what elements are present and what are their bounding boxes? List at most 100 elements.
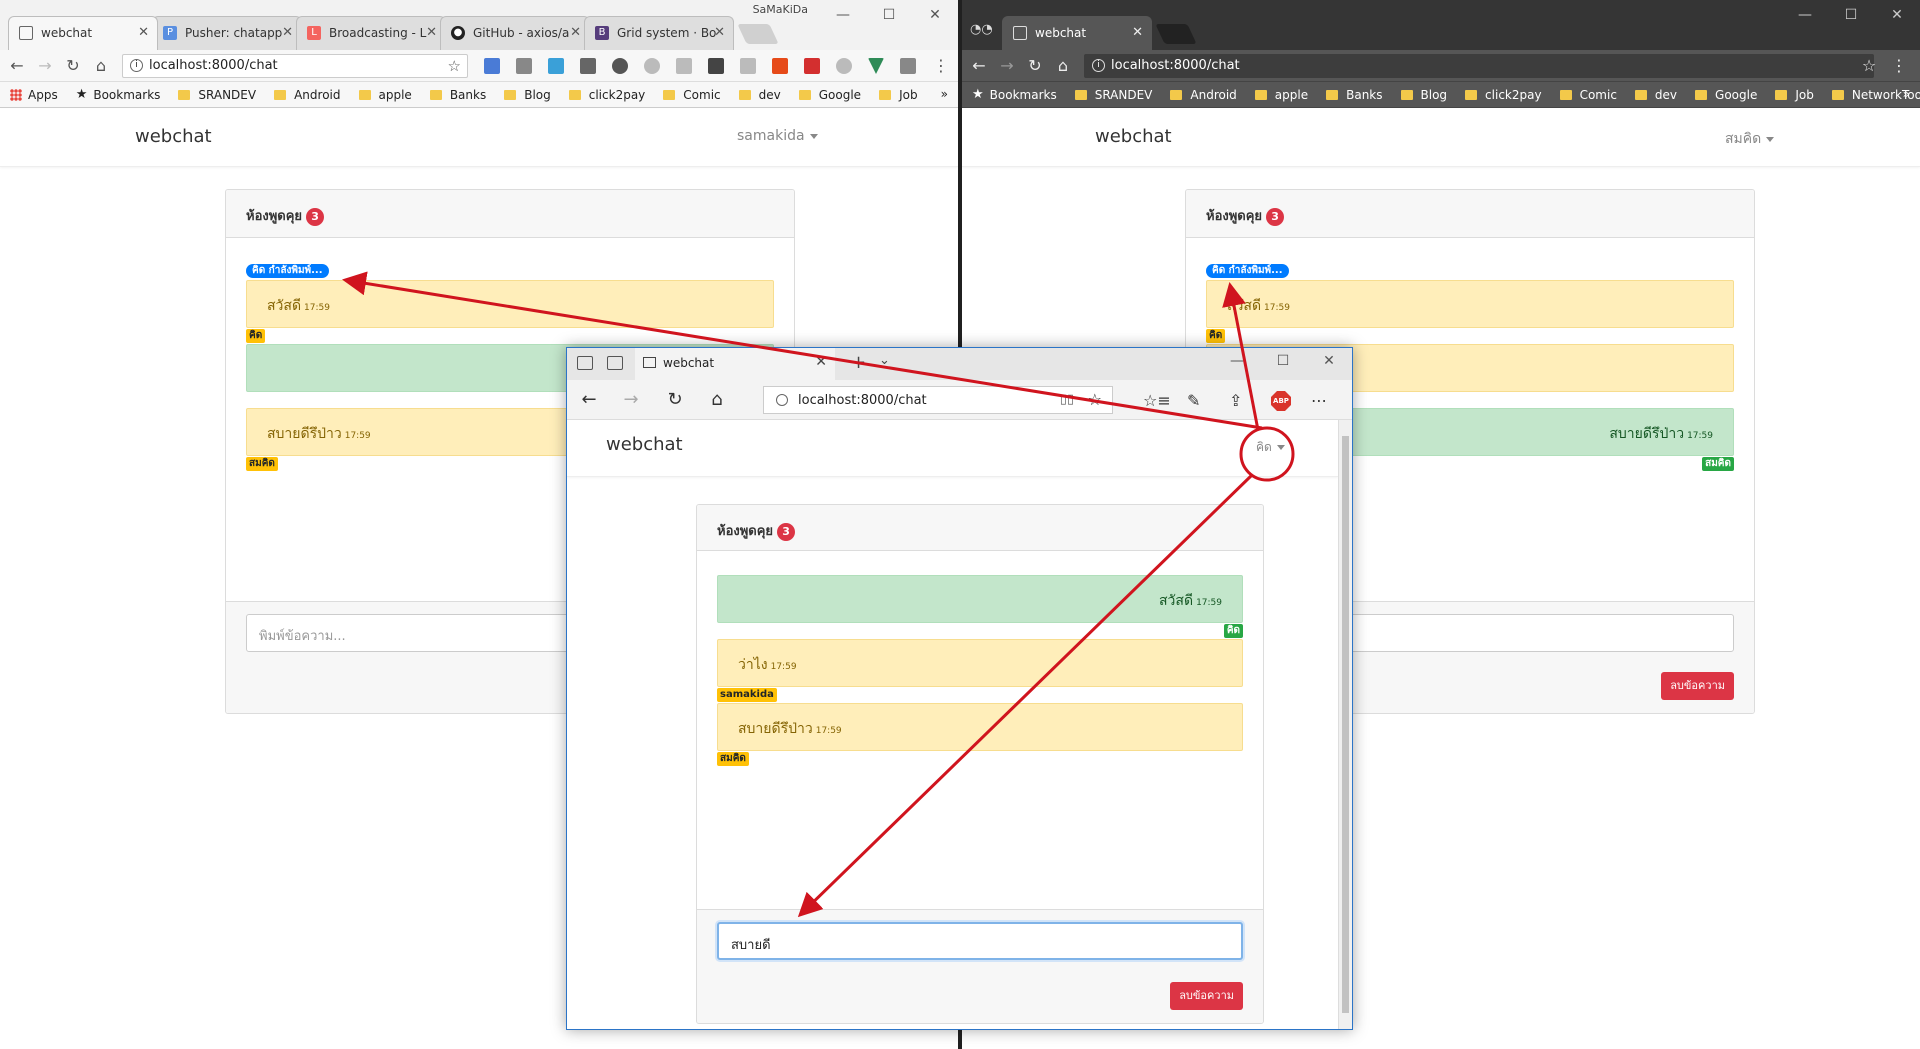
forward-icon[interactable]: → xyxy=(996,55,1018,77)
bookmark-bookmarks[interactable]: ★ Bookmarks xyxy=(76,87,161,102)
new-tab-icon[interactable]: + xyxy=(851,352,866,373)
bookmark-folder[interactable]: Android xyxy=(274,88,341,102)
tab-webchat[interactable]: webchat ✕ xyxy=(1002,16,1152,50)
close-icon[interactable]: ✕ xyxy=(138,25,149,40)
close-window-icon[interactable]: ✕ xyxy=(1874,2,1920,28)
minimize-icon[interactable]: — xyxy=(1214,348,1260,374)
reload-icon[interactable]: ↻ xyxy=(62,55,84,77)
hd-icon[interactable] xyxy=(708,58,724,74)
more-bookmarks-icon[interactable]: » xyxy=(1903,87,1910,101)
bookmark-folder[interactable]: Google xyxy=(1695,88,1757,102)
bookmark-folder[interactable]: apple xyxy=(358,88,412,102)
close-icon[interactable]: ✕ xyxy=(1132,25,1143,40)
star-icon[interactable]: ☆ xyxy=(1858,55,1880,77)
home-icon[interactable]: ⌂ xyxy=(90,55,112,77)
extension-icon[interactable] xyxy=(676,58,692,74)
user-dropdown[interactable]: samakida xyxy=(737,128,818,144)
close-icon[interactable]: ✕ xyxy=(282,25,293,40)
maximize-icon[interactable]: ☐ xyxy=(866,2,912,28)
reload-icon[interactable]: ↻ xyxy=(1024,55,1046,77)
menu-icon[interactable]: ⋮ xyxy=(930,55,952,77)
close-icon[interactable]: ✕ xyxy=(570,25,581,40)
bookmark-folder[interactable]: Comic xyxy=(663,88,721,102)
bookmark-folder[interactable]: dev xyxy=(738,88,781,102)
close-window-icon[interactable]: ✕ xyxy=(1306,348,1352,374)
more-bookmarks-icon[interactable]: » xyxy=(941,87,948,101)
bookmark-folder[interactable]: Banks xyxy=(429,88,486,102)
profile-name[interactable]: SaMaKiDa xyxy=(753,3,808,16)
bookmark-folder[interactable]: dev xyxy=(1634,88,1677,102)
message-input[interactable]: สบายดี xyxy=(717,922,1243,960)
shield-icon[interactable] xyxy=(612,58,628,74)
clear-messages-button[interactable]: ลบข้อความ xyxy=(1661,672,1734,700)
close-icon[interactable]: ✕ xyxy=(815,354,827,370)
office-icon[interactable] xyxy=(772,58,788,74)
close-icon[interactable]: ✕ xyxy=(714,25,725,40)
close-window-icon[interactable]: ✕ xyxy=(912,2,958,28)
menu-icon[interactable]: ⋮ xyxy=(1888,55,1910,77)
bookmark-folder[interactable]: SRANDEV xyxy=(178,88,256,102)
back-icon[interactable]: ← xyxy=(577,388,601,412)
more-icon[interactable]: ⋯ xyxy=(1311,391,1327,410)
vue-icon[interactable] xyxy=(868,58,884,74)
bookmark-folder[interactable]: Android xyxy=(1170,88,1237,102)
new-tab-button[interactable] xyxy=(1155,24,1197,44)
translate-icon[interactable] xyxy=(484,58,500,74)
chevron-down-icon[interactable]: ⌄ xyxy=(879,353,890,368)
circle-icon[interactable] xyxy=(644,58,660,74)
home-icon[interactable]: ⌂ xyxy=(705,388,729,412)
share-icon[interactable]: ⇪ xyxy=(1229,391,1242,410)
pen-icon[interactable]: ✎ xyxy=(1187,391,1200,410)
minimize-icon[interactable]: — xyxy=(820,2,866,28)
address-bar[interactable]: i localhost:8000/chat ☆ xyxy=(122,54,468,78)
bookmark-folder[interactable]: apple xyxy=(1254,88,1308,102)
bookmark-folder[interactable]: Google xyxy=(798,88,861,102)
tab-broadcasting[interactable]: L Broadcasting - L ✕ xyxy=(296,16,446,50)
tab-bootstrap[interactable]: B Grid system · Bo ✕ xyxy=(584,16,734,50)
new-tab-button[interactable] xyxy=(737,24,779,44)
bookmark-folder[interactable]: Comic xyxy=(1559,88,1617,102)
user-dropdown[interactable]: คิด xyxy=(1256,438,1285,457)
set-aside-icon[interactable] xyxy=(607,356,623,370)
pdf-icon[interactable] xyxy=(740,58,756,74)
reading-view-icon[interactable]: ▯▯ xyxy=(1060,392,1074,407)
bookmark-apps[interactable]: Apps xyxy=(10,88,58,102)
favorites-icon[interactable]: ☆≡ xyxy=(1143,391,1171,410)
bookmark-folder[interactable]: Blog xyxy=(504,88,551,102)
maximize-icon[interactable]: ☐ xyxy=(1828,2,1874,28)
address-bar[interactable]: i localhost:8000/chat xyxy=(1084,54,1874,78)
extension-icon[interactable] xyxy=(548,58,564,74)
close-icon[interactable]: ✕ xyxy=(426,25,437,40)
bookmark-folder[interactable]: Job xyxy=(879,88,918,102)
m-icon[interactable] xyxy=(900,58,916,74)
minimize-icon[interactable]: — xyxy=(1782,2,1828,28)
notification-icon[interactable] xyxy=(804,58,820,74)
bookmark-folder[interactable]: click2pay xyxy=(1465,88,1542,102)
adblock-icon[interactable]: ABP xyxy=(1271,391,1291,411)
back-icon[interactable]: ← xyxy=(968,55,990,77)
bookmark-folder[interactable]: click2pay xyxy=(568,88,645,102)
info-icon[interactable]: i xyxy=(1092,59,1105,72)
bookmark-bookmarks[interactable]: ★ Bookmarks xyxy=(972,87,1057,102)
info-icon[interactable]: i xyxy=(130,59,143,72)
home-icon[interactable]: ⌂ xyxy=(1052,55,1074,77)
bookmark-folder[interactable]: Blog xyxy=(1400,88,1447,102)
address-bar[interactable]: localhost:8000/chat ▯▯ ☆ xyxy=(763,386,1113,414)
bookmark-folder[interactable]: Banks xyxy=(1326,88,1383,102)
bookmark-folder[interactable]: Job xyxy=(1775,88,1814,102)
brand[interactable]: webchat xyxy=(1095,126,1172,147)
clear-messages-button[interactable]: ลบข้อความ xyxy=(1170,982,1243,1010)
tab-webchat[interactable]: webchat ✕ xyxy=(635,348,835,380)
tab-github[interactable]: ● GitHub - axios/a ✕ xyxy=(440,16,590,50)
cloud-icon[interactable] xyxy=(836,58,852,74)
screenshot-icon[interactable] xyxy=(580,58,596,74)
bookmark-folder[interactable]: SRANDEV xyxy=(1074,88,1152,102)
tab-webchat[interactable]: webchat ✕ xyxy=(8,16,158,50)
user-dropdown[interactable]: สมคิด xyxy=(1725,128,1775,150)
ip-icon[interactable] xyxy=(516,58,532,74)
info-icon[interactable] xyxy=(776,394,788,406)
tabs-aside-icon[interactable] xyxy=(577,356,593,370)
tab-pusher[interactable]: P Pusher: chatapp ✕ xyxy=(152,16,302,50)
forward-icon[interactable]: → xyxy=(619,388,643,412)
star-icon[interactable]: ☆ xyxy=(448,57,461,75)
